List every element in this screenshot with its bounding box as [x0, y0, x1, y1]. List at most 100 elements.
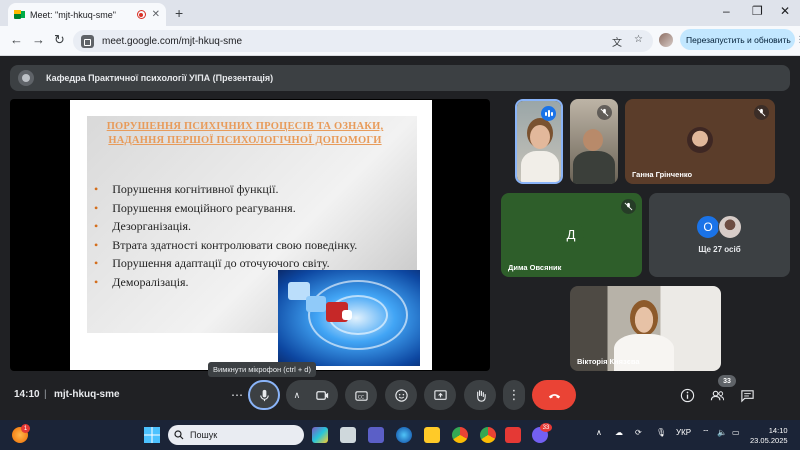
mic-tooltip: Вимкнути мікрофон (ctrl + d) [208, 362, 316, 377]
svg-text:CC: CC [357, 394, 364, 400]
info-icon [680, 388, 694, 402]
presentation-title: Кафедра Практичної психології УІПА (През… [46, 73, 274, 83]
minimize-button[interactable]: – [723, 4, 730, 18]
site-settings-icon[interactable] [81, 34, 94, 48]
more-participants-tile[interactable]: О Ще 27 осіб [649, 193, 790, 277]
present-icon [433, 389, 447, 400]
microphone-icon [259, 389, 269, 401]
presenter-avatar [18, 70, 34, 86]
sync-icon[interactable]: ⟳ [635, 428, 642, 437]
more-audio-options-button[interactable]: ⋯ [226, 380, 248, 410]
people-count-badge: 33 [718, 375, 736, 387]
volume-icon[interactable]: 🔈 [717, 428, 727, 437]
copilot-icon[interactable] [312, 427, 328, 443]
meeting-info-button[interactable] [679, 387, 695, 403]
restore-button[interactable]: ❐ [752, 4, 763, 18]
new-tab-button[interactable]: + [175, 5, 183, 21]
relaunch-update-button[interactable]: Перезапустить и обновить ⋮ [680, 29, 800, 50]
taskbar-clock[interactable]: 14:10 23.05.2025 [750, 426, 788, 446]
mic-tray-icon[interactable]: 🎙 [656, 428, 666, 437]
chat-button[interactable] [739, 387, 755, 403]
pdf-reader-icon[interactable] [505, 427, 521, 443]
participant-name: Вікторія Князєва [577, 357, 640, 366]
translate-icon[interactable]: 文 [612, 34, 622, 49]
participant-tile[interactable]: Вікторія Князєва [570, 286, 721, 371]
chevron-up-icon[interactable]: ∧ [596, 428, 602, 437]
slide-bullet: Порушення когнітивної функції. [94, 180, 357, 199]
chrome-profile-icon[interactable] [480, 427, 496, 443]
browser-tab-meet[interactable]: Meet: "mjt-hkuq-sme" ✕ [8, 3, 166, 26]
forward-arrow-icon[interactable]: → [32, 32, 45, 47]
recording-icon [136, 10, 146, 19]
people-button[interactable] [709, 387, 725, 403]
others-avatar-initial: О [696, 215, 720, 239]
address-bar[interactable]: meet.google.com/mjt-hkuq-sme 文 ☆ [73, 30, 653, 52]
taskbar-date: 23.05.2025 [750, 436, 788, 445]
microphone-button[interactable] [248, 380, 280, 410]
close-tab-icon[interactable]: ✕ [152, 9, 160, 20]
language-indicator[interactable]: УКР [676, 428, 691, 437]
presentation-banner: Кафедра Практичної психології УІПА (През… [10, 65, 790, 91]
camera-off-icon [316, 390, 329, 400]
brain-puzzle-image [278, 270, 420, 366]
participant-name: Ганна Грінченко [632, 170, 693, 179]
leave-call-button[interactable] [532, 380, 576, 410]
teams-icon[interactable] [368, 427, 384, 443]
raise-hand-button[interactable] [464, 380, 496, 410]
slide: Порушення психічних процесів та ознаки, … [70, 100, 432, 370]
others-avatar [718, 215, 742, 239]
reactions-button[interactable] [385, 380, 417, 410]
back-arrow-icon[interactable]: ← [10, 32, 23, 47]
url-text: meet.google.com/mjt-hkuq-sme [102, 35, 243, 47]
participant-tile[interactable]: Д Дима Овсяник [501, 193, 642, 277]
participant-tile[interactable]: Ганна Грінченко [625, 99, 775, 184]
hand-icon [476, 389, 486, 402]
speaking-indicator-icon [541, 106, 556, 121]
more-vertical-icon: ⋮ [507, 387, 521, 402]
wifi-icon[interactable]: ⌔ [702, 428, 710, 438]
participant-initial: Д [558, 221, 584, 247]
others-count-label: Ще 27 осіб [698, 245, 741, 254]
windows-start-icon[interactable] [144, 427, 160, 443]
captions-button[interactable]: CC [345, 380, 377, 410]
chrome-icon[interactable] [452, 427, 468, 443]
captions-icon: CC [354, 390, 368, 401]
presentation-stage[interactable]: Порушення психічних процесів та ознаки, … [10, 99, 490, 371]
cloud-icon[interactable]: ☁ [615, 428, 623, 437]
meet-window: Кафедра Практичної психології УІПА (През… [0, 57, 800, 420]
profile-avatar[interactable] [659, 33, 673, 47]
battery-icon[interactable]: ▭ [732, 428, 740, 437]
slide-title: Порушення психічних процесів та ознаки, … [106, 121, 384, 147]
tab-title: Meet: "mjt-hkuq-sme" [30, 9, 116, 20]
google-meet-icon [14, 10, 25, 19]
slide-bullet: Порушення емоційного реагування. [94, 199, 357, 218]
participant-tile[interactable] [515, 99, 563, 184]
camera-button[interactable]: ∧ [286, 380, 338, 410]
present-screen-button[interactable] [424, 380, 456, 410]
slide-bullet: Втрата здатності контролювати свою повед… [94, 236, 357, 255]
file-explorer-icon[interactable] [424, 427, 440, 443]
mic-off-icon [597, 105, 612, 120]
participant-tile[interactable] [570, 99, 618, 184]
close-window-button[interactable]: ✕ [780, 4, 790, 18]
browser-tabstrip: Meet: "mjt-hkuq-sme" ✕ + – ❐ ✕ [0, 0, 800, 26]
edge-icon[interactable] [396, 427, 412, 443]
meeting-code: mjt-hkuq-sme [54, 389, 120, 400]
slide-bullet: Дезорганізація. [94, 217, 357, 236]
bookmark-star-icon[interactable]: ☆ [634, 34, 643, 49]
weather-badge: 1 [21, 424, 30, 433]
chevron-up-icon[interactable]: ∧ [294, 390, 301, 401]
mic-off-icon [621, 199, 636, 214]
taskbar-time: 14:10 [768, 426, 788, 435]
photos-icon[interactable] [340, 427, 356, 443]
more-vertical-icon: ⋮ [796, 34, 800, 45]
windows-taskbar: 1 Пошук 33 ∧ ☁ ⟳ 🎙 УКР ⌔ 🔈 ▭ 14:10 23.05… [0, 420, 800, 450]
meeting-clock: 14:10 [14, 389, 40, 400]
reload-icon[interactable]: ↻ [54, 32, 65, 48]
hang-up-icon [548, 393, 560, 398]
more-options-button[interactable]: ⋮ [503, 380, 525, 410]
relaunch-label: Перезапустить и обновить [686, 34, 791, 45]
chat-icon [740, 389, 754, 402]
taskbar-search[interactable]: Пошук [168, 425, 304, 445]
search-label: Пошук [190, 430, 218, 440]
